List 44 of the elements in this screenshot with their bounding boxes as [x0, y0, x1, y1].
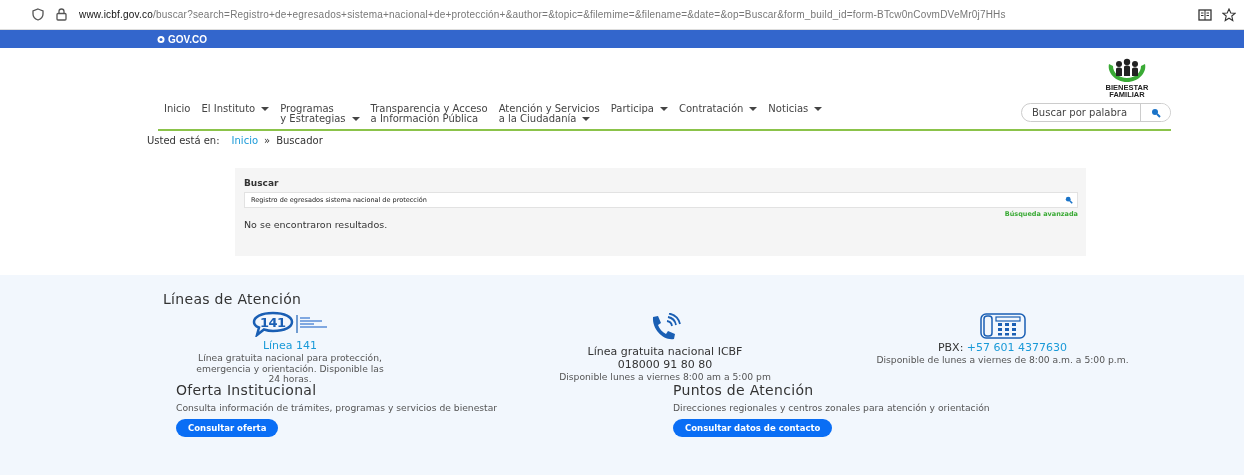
nav-menu-item[interactable]: Atención y Servicios a la Ciudadanía: [498, 104, 600, 124]
breadcrumb-label: Usted está en:: [147, 135, 220, 146]
section-heading: Oferta Institucional: [176, 381, 318, 398]
nav-menu-item[interactable]: Programas y Estrategias: [280, 104, 360, 124]
section-heading: Puntos de Atención: [673, 381, 815, 398]
line-141-logo: 141: [252, 311, 328, 337]
line-description: Disponible lunes a viernes 8:00 am a 5:00 pm: [559, 372, 771, 383]
no-results-message: No se encontraron resultados.: [244, 219, 389, 230]
breadcrumb-text: »: [264, 135, 271, 146]
gov-logo-text[interactable]: GOV.CO: [168, 33, 208, 45]
caret-icon: [814, 107, 823, 111]
nav-menu-item[interactable]: Contratación: [678, 104, 758, 124]
caret-icon: [261, 107, 270, 111]
nav-menu-item[interactable]: Transparencia y Acceso a Información Pública: [370, 104, 488, 124]
star-icon[interactable]: [1222, 7, 1236, 22]
caret-icon: [351, 117, 360, 121]
lock-icon[interactable]: [56, 8, 67, 21]
search-icon: [1150, 107, 1161, 118]
section-heading: Líneas de Atención: [163, 291, 303, 307]
breadcrumb-text: Buscador: [276, 135, 323, 146]
caret-icon: [659, 107, 668, 111]
shield-icon[interactable]: [32, 8, 44, 21]
primary-button[interactable]: Consultar datos de contacto: [673, 418, 833, 437]
caret-icon: [749, 107, 758, 111]
line-description: Disponible de lunes a viernes de 8:00 a.m. a 5:00 p.m.: [876, 355, 1129, 366]
line-description: Línea gratuita nacional para protección, emergencia y orientación. Disponible las 24 horas.: [195, 353, 385, 384]
caret-icon: [582, 117, 591, 121]
phone-number: 018000 91 80 80: [617, 358, 713, 371]
search-icon[interactable]: [1065, 196, 1073, 204]
pbx-label: PBX: +57 601 4377630: [937, 341, 1068, 354]
section-description: Direcciones regionales y centros zonales para atención y orientación: [673, 401, 991, 413]
nav-menu-item[interactable]: Participa: [610, 104, 668, 124]
search-input[interactable]: Buscar por palabra: [1022, 107, 1140, 118]
address-bar-url[interactable]: www.icbf.gov.co/buscar?search=Registro+de+egresados+sistema+nacional+de+protección+&author=&topic=&filemime=&filename=&date=&op=Buscar&form_build_id=form-BTcw0nCovmDVeMr0j7HHs: [79, 9, 1186, 20]
nav-menu-item[interactable]: Noticias: [768, 104, 823, 124]
nav-menu-item[interactable]: Inicio: [164, 104, 191, 124]
search-button[interactable]: [1140, 104, 1170, 121]
nav-menu-item[interactable]: El Instituto: [201, 104, 270, 124]
desk-phone-icon: [979, 313, 1026, 339]
line-title: Línea gratuita nacional ICBF: [587, 345, 743, 358]
search-heading: Buscar: [244, 178, 280, 188]
primary-button[interactable]: Consultar oferta: [176, 418, 279, 437]
reader-view-icon[interactable]: [1198, 8, 1212, 21]
section-description: Consulta información de trámites, programas y servicios de bienestar: [176, 401, 499, 413]
